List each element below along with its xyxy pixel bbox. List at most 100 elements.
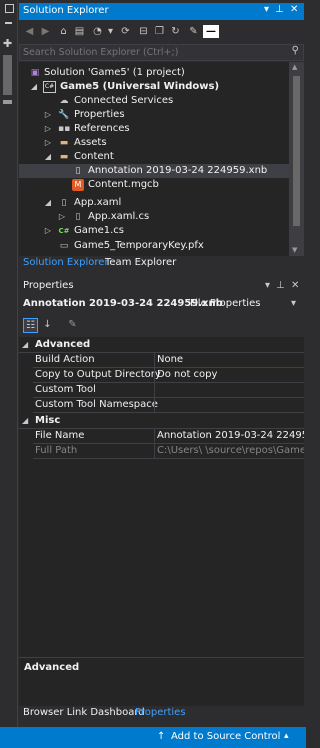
property-value[interactable]: Annotation 2019-03-24 224959.xnb [157,428,304,443]
expanded-arrow-icon[interactable]: ◢ [43,150,53,164]
collapsed-arrow-icon[interactable]: ▷ [43,224,53,238]
move-icon[interactable]: ✚ [3,37,12,50]
left-scrollbar-thumb[interactable] [3,55,12,95]
refresh-icon[interactable]: ↻ [169,25,182,38]
property-name: File Name [35,430,85,441]
property-value[interactable]: C:\Users\ \source\repos\Game5 [157,443,304,458]
collapsed-arrow-icon[interactable]: ▷ [43,122,53,136]
alphabetical-icon[interactable]: ↓ [41,318,54,331]
dropdown-icon[interactable]: ▾ [264,4,269,15]
description-pane: Advanced [19,657,304,706]
forward-icon[interactable]: ▶ [39,25,52,38]
column-splitter[interactable] [154,352,155,412]
property-row-custom-tool-namespace[interactable]: Custom Tool Namespace [19,397,304,412]
tab-properties[interactable]: Properties [135,707,186,718]
column-splitter[interactable] [154,428,155,458]
collapsed-arrow-icon[interactable]: ▷ [43,136,53,150]
tree-item-app-xaml[interactable]: ◢ ▯ App.xaml [19,196,289,210]
property-row-build-action[interactable]: Build Action None [19,352,304,367]
property-value[interactable]: None [157,352,304,367]
expanded-arrow-icon[interactable]: ◢ [43,196,53,210]
properties-wrench-icon[interactable]: ✎ [187,25,200,38]
category-advanced[interactable]: ◢ Advanced [19,337,304,352]
tree-item-label: Solution 'Game5' (1 project) [44,67,185,78]
property-row-custom-tool[interactable]: Custom Tool [19,382,304,397]
chevron-down-icon[interactable]: ▾ [291,298,296,309]
divider [33,458,304,459]
tab-team-explorer[interactable]: Team Explorer [105,257,176,268]
tree-scrollbar-thumb[interactable] [293,76,300,226]
search-input[interactable] [23,46,273,59]
pending-changes-filter-icon[interactable]: ◔ [91,25,104,38]
property-name: Custom Tool Namespace [35,399,158,410]
home-icon[interactable]: ⌂ [57,25,70,38]
tab-solution-explorer[interactable]: Solution Explorer [23,257,109,268]
collapsed-arrow-icon[interactable]: ▷ [43,108,53,122]
solution-explorer-titlebar[interactable]: Solution Explorer ▾ ⊥ ✕ [19,3,304,20]
close-icon[interactable]: ✕ [291,280,299,291]
tab-browser-link-dashboard[interactable]: Browser Link Dashboard [23,707,145,718]
minus-icon[interactable] [5,22,12,24]
show-all-files-icon[interactable]: ❐ [153,25,166,38]
property-row-copy-to-output[interactable]: Copy to Output Directory Do not copy [19,367,304,382]
switch-views-icon[interactable]: ▤ [73,25,86,38]
scroll-up-icon[interactable]: ▲ [292,63,297,71]
close-icon[interactable]: ✕ [290,4,298,15]
scroll-down-icon[interactable]: ▼ [292,246,297,254]
tree-scrollbar[interactable]: ▲ ▼ [289,62,304,256]
wrench-icon: 🔧 [58,110,70,120]
window-icon[interactable] [5,4,14,13]
tree-item-assets[interactable]: ▷ ▬ Assets [19,136,289,150]
solution-tree: ▣ Solution 'Game5' (1 project) ◢ C# Game… [19,62,289,256]
sync-icon[interactable]: ⟳ [119,25,132,38]
pin-icon[interactable]: ⊥ [276,280,285,291]
property-row-file-name[interactable]: File Name Annotation 2019-03-24 224959.x… [19,428,304,443]
expanded-arrow-icon[interactable]: ◢ [22,337,28,352]
object-selector[interactable]: Annotation 2019-03-24 224959.xnb File Pr… [19,296,304,312]
property-row-full-path[interactable]: Full Path C:\Users\ \source\repos\Game5 [19,443,304,458]
tree-item-content[interactable]: ◢ ▬ Content [19,150,289,164]
tree-item-label: Connected Services [74,95,174,106]
dropdown-icon[interactable]: ▾ [265,280,270,291]
collapsed-arrow-icon[interactable]: ▷ [57,210,67,224]
property-value[interactable]: Do not copy [157,367,304,382]
tree-item-content-mgcb[interactable]: M Content.mgcb [19,178,289,192]
tree-item-solution[interactable]: ▣ Solution 'Game5' (1 project) [19,66,289,80]
tree-item-annotation-xnb[interactable]: ▯ Annotation 2019-03-24 224959.xnb [19,164,289,178]
chevron-up-icon[interactable]: ▴ [284,731,289,741]
back-icon[interactable]: ◀ [23,25,36,38]
expanded-arrow-icon[interactable]: ◢ [29,80,39,94]
tree-item-label: Game5_TemporaryKey.pfx [74,240,204,251]
tree-item-references[interactable]: ▷ ▪▪ References [19,122,289,136]
open-folder-icon: ▬ [59,152,69,162]
connected-services-icon: ☁ [59,96,69,106]
tree-item-game1-cs[interactable]: ▷ C# Game1.cs [19,224,289,238]
tree-item-connected-services[interactable]: ☁ Connected Services [19,94,289,108]
tree-item-temporary-key[interactable]: ▭ Game5_TemporaryKey.pfx [19,239,289,253]
collapse-all-icon[interactable]: ⊟ [137,25,150,38]
tree-item-label: App.xaml [74,197,122,208]
properties-toolbar: ☷ ↓ ✎ [19,315,304,335]
tree-item-label: Annotation 2019-03-24 224959.xnb [88,165,268,176]
tree-item-properties[interactable]: ▷ 🔧 Properties [19,108,289,122]
properties-titlebar[interactable]: Properties ▾ ⊥ ✕ [19,278,304,294]
file-icon: ▯ [75,166,81,176]
folder-icon: ▬ [59,138,69,148]
tree-item-project[interactable]: ◢ C# Game5 (Universal Windows) [19,80,289,94]
search-icon[interactable]: ⚲ [292,45,299,56]
properties-title: Properties [23,280,74,291]
tree-item-app-xaml-cs[interactable]: ▷ ▯ App.xaml.cs [19,210,289,224]
categorized-icon[interactable]: ☷ [23,318,38,333]
pin-icon[interactable]: ⊥ [275,4,284,15]
expanded-arrow-icon[interactable]: ◢ [22,413,28,428]
dropdown-icon[interactable]: ▾ [104,25,117,38]
property-pages-icon[interactable]: ✎ [66,318,79,331]
preview-selected-items-icon[interactable]: — [203,25,219,38]
arrow-up-icon: ↑ [157,731,166,742]
tree-item-label: Assets [74,137,107,148]
source-control-button[interactable]: Add to Source Control [171,731,280,742]
csharp-project-icon: C# [43,81,56,93]
property-name: Custom Tool [35,384,96,395]
category-misc[interactable]: ◢ Misc [19,413,304,428]
search-box[interactable]: ⚲ [19,44,304,61]
